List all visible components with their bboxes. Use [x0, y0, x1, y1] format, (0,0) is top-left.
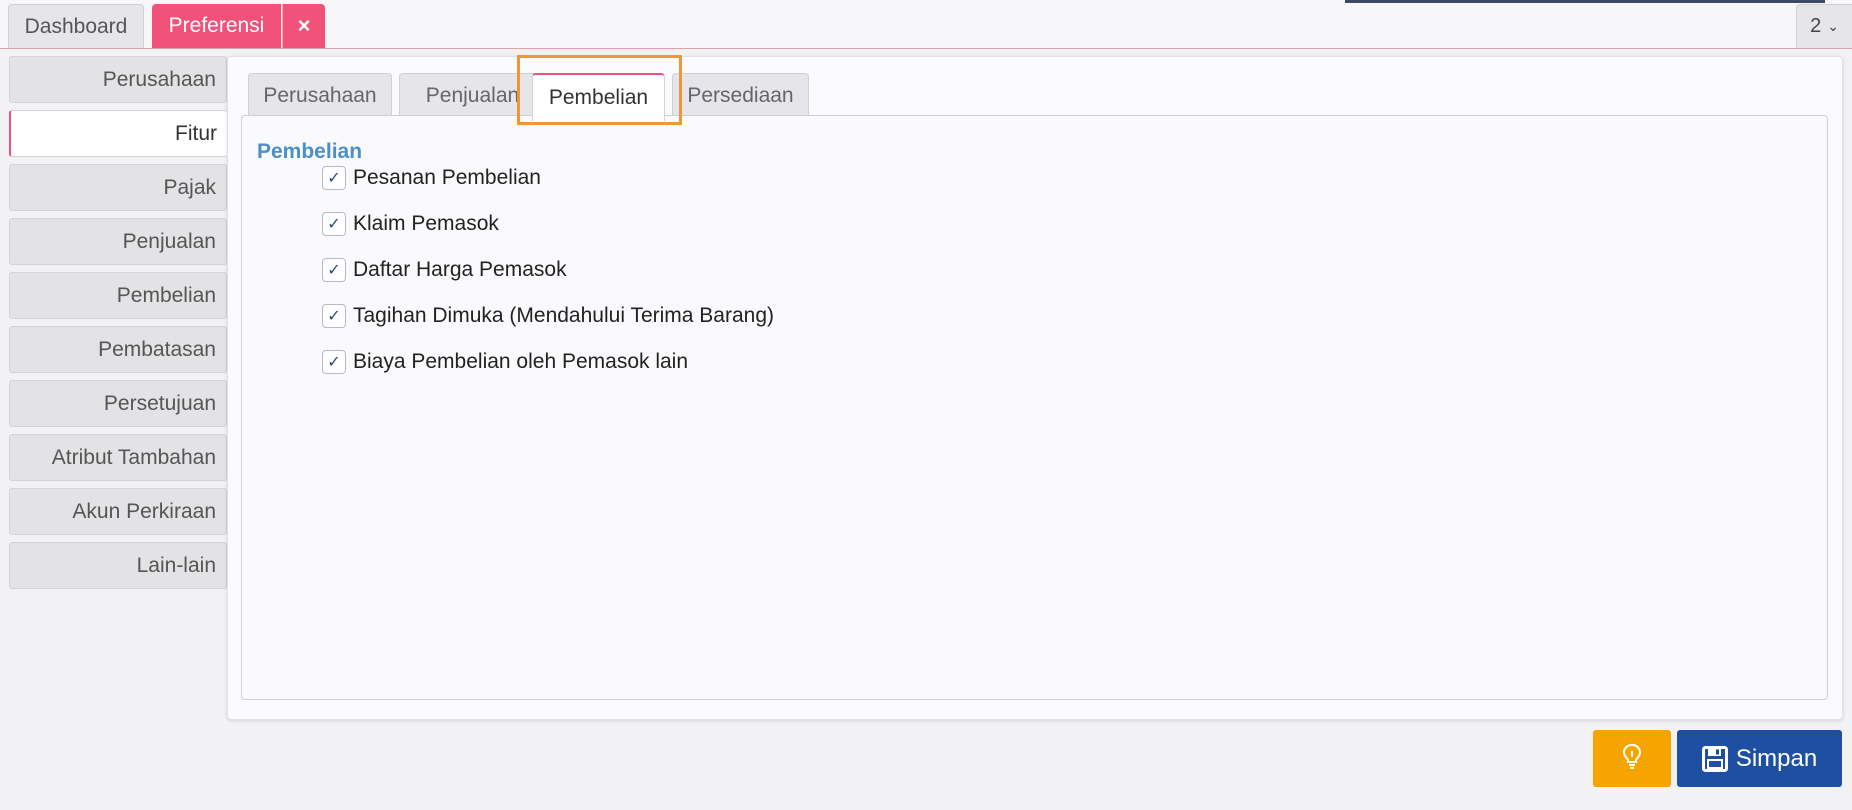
- subtab-persediaan[interactable]: Persediaan: [672, 73, 809, 117]
- tab-preferensi[interactable]: Preferensi: [152, 4, 281, 48]
- option-label: Biaya Pembelian oleh Pemasok lain: [353, 350, 689, 373]
- feature-settings-panel: Perusahaan Penjualan Pembelian Persediaa…: [227, 55, 1843, 720]
- sidebar-item-persetujuan[interactable]: Persetujuan: [9, 380, 227, 427]
- sidebar-item-akun-perkiraan[interactable]: Akun Perkiraan: [9, 488, 227, 535]
- subtab-pembelian[interactable]: Pembelian: [532, 73, 665, 121]
- option-label: Pesanan Pembelian: [353, 166, 541, 189]
- checkbox-checked[interactable]: ✓: [322, 166, 346, 190]
- lightbulb-icon: [1621, 743, 1643, 774]
- check-icon: ✓: [327, 170, 341, 187]
- top-decoration-strip: [1345, 0, 1825, 3]
- section-title: Pembelian: [257, 140, 363, 163]
- sidebar-item-pembatasan[interactable]: Pembatasan: [9, 326, 227, 373]
- save-button-label: Simpan: [1735, 744, 1818, 772]
- top-tab-bar: Dashboard Preferensi × 2 ⌄: [0, 0, 1852, 49]
- sidebar-item-pembelian[interactable]: Pembelian: [9, 272, 227, 319]
- chevron-down-icon: ⌄: [1827, 18, 1839, 34]
- sidebar-item-perusahaan[interactable]: Perusahaan: [9, 56, 227, 103]
- subtab-penjualan[interactable]: Penjualan: [399, 73, 546, 117]
- option-klaim-pemasok[interactable]: ✓ Klaim Pemasok: [322, 209, 499, 239]
- tab-content: Pembelian ✓ Pesanan Pembelian ✓ Klaim Pe…: [241, 115, 1828, 700]
- open-tabs-dropdown[interactable]: 2 ⌄: [1796, 4, 1852, 48]
- option-label: Daftar Harga Pemasok: [353, 258, 567, 281]
- option-tagihan-dimuka[interactable]: ✓ Tagihan Dimuka (Mendahului Terima Bara…: [322, 301, 774, 331]
- hint-button[interactable]: [1593, 730, 1671, 787]
- close-tab-button[interactable]: ×: [282, 4, 325, 48]
- check-icon: ✓: [327, 262, 341, 279]
- sidebar-item-fitur[interactable]: Fitur: [9, 110, 227, 157]
- sidebar-item-atribut-tambahan[interactable]: Atribut Tambahan: [9, 434, 227, 481]
- option-biaya-pembelian[interactable]: ✓ Biaya Pembelian oleh Pemasok lain: [322, 347, 688, 377]
- sidebar-item-pajak[interactable]: Pajak: [9, 164, 227, 211]
- option-label: Tagihan Dimuka (Mendahului Terima Barang…: [353, 304, 774, 327]
- check-icon: ✓: [327, 308, 341, 325]
- check-icon: ✓: [327, 354, 341, 371]
- option-pesanan-pembelian[interactable]: ✓ Pesanan Pembelian: [322, 163, 541, 193]
- sidebar-item-lain-lain[interactable]: Lain-lain: [9, 542, 227, 589]
- check-icon: ✓: [327, 216, 341, 233]
- checkbox-checked[interactable]: ✓: [322, 304, 346, 328]
- checkbox-checked[interactable]: ✓: [322, 212, 346, 236]
- save-button[interactable]: Simpan: [1677, 730, 1842, 787]
- open-tabs-count: 2: [1810, 15, 1822, 37]
- sidebar-item-penjualan[interactable]: Penjualan: [9, 218, 227, 265]
- close-icon: ×: [297, 13, 311, 38]
- option-label: Klaim Pemasok: [353, 212, 499, 235]
- subtab-perusahaan[interactable]: Perusahaan: [248, 73, 392, 117]
- checkbox-checked[interactable]: ✓: [322, 350, 346, 374]
- save-icon: [1701, 745, 1728, 772]
- checkbox-checked[interactable]: ✓: [322, 258, 346, 282]
- tab-dashboard[interactable]: Dashboard: [8, 4, 144, 48]
- option-daftar-harga-pemasok[interactable]: ✓ Daftar Harga Pemasok: [322, 255, 567, 285]
